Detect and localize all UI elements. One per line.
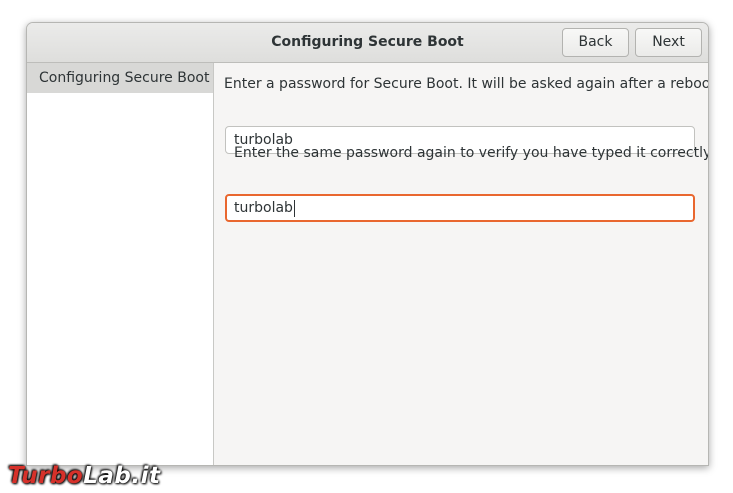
- watermark-part-lab: Lab.it: [83, 463, 161, 489]
- content-area: Enter a password for Secure Boot. It wil…: [214, 63, 708, 465]
- sidebar: Configuring Secure Boot: [27, 63, 214, 465]
- confirm-password-field[interactable]: turbolab: [225, 194, 695, 222]
- sidebar-item-configuring-secure-boot[interactable]: Configuring Secure Boot: [27, 63, 213, 93]
- watermark-part-turbo: Turbo: [8, 463, 84, 489]
- header-bar: Configuring Secure Boot Back Next: [27, 23, 708, 63]
- password-prompt-label: Enter a password for Secure Boot. It wil…: [224, 76, 709, 92]
- next-button[interactable]: Next: [635, 28, 702, 57]
- dialog-window: Configuring Secure Boot Back Next Config…: [26, 22, 709, 466]
- text-caret: [293, 199, 295, 217]
- back-button[interactable]: Back: [562, 28, 629, 57]
- confirm-password-field-value: turbolab: [234, 200, 293, 216]
- turbolab-watermark-logo: TurboLab.it: [8, 463, 160, 489]
- sidebar-item-label: Configuring Secure Boot: [39, 70, 210, 86]
- confirm-prompt-label: Enter the same password again to verify …: [234, 145, 709, 161]
